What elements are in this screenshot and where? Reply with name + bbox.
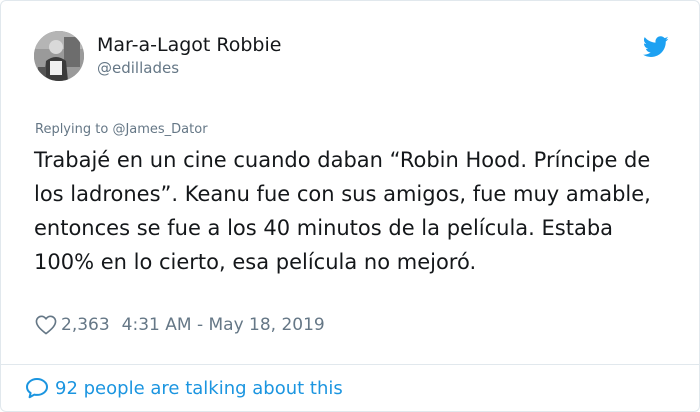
tweet-meta: 2,363 4:31 AM - May 18, 2019 bbox=[35, 313, 325, 337]
author-handle[interactable]: @edillades bbox=[97, 59, 179, 77]
replying-to-prefix: Replying to bbox=[35, 122, 113, 137]
speech-bubble-icon bbox=[26, 378, 48, 399]
avatar[interactable] bbox=[34, 31, 84, 81]
replying-to: Replying to @James_Dator bbox=[35, 122, 208, 137]
tweet-text: Trabajé en un cine cuando daban “Robin H… bbox=[34, 148, 651, 274]
conversation-link[interactable]: 92 people are talking about this bbox=[25, 375, 343, 401]
user-photo-avatar-icon bbox=[34, 31, 84, 81]
tweet-card: Mar-a-Lagot Robbie @edillades Replying t… bbox=[0, 0, 700, 412]
tweet-timestamp[interactable]: 4:31 AM - May 18, 2019 bbox=[122, 315, 325, 335]
conversation-label: 92 people are talking about this bbox=[55, 377, 343, 399]
reply-mention-link[interactable]: @James_Dator bbox=[112, 122, 207, 137]
like-count[interactable]: 2,363 bbox=[61, 315, 110, 335]
twitter-bird-icon[interactable] bbox=[643, 36, 669, 58]
author-display-name[interactable]: Mar-a-Lagot Robbie bbox=[97, 34, 281, 56]
heart-icon[interactable] bbox=[35, 315, 57, 335]
divider bbox=[1, 364, 699, 365]
